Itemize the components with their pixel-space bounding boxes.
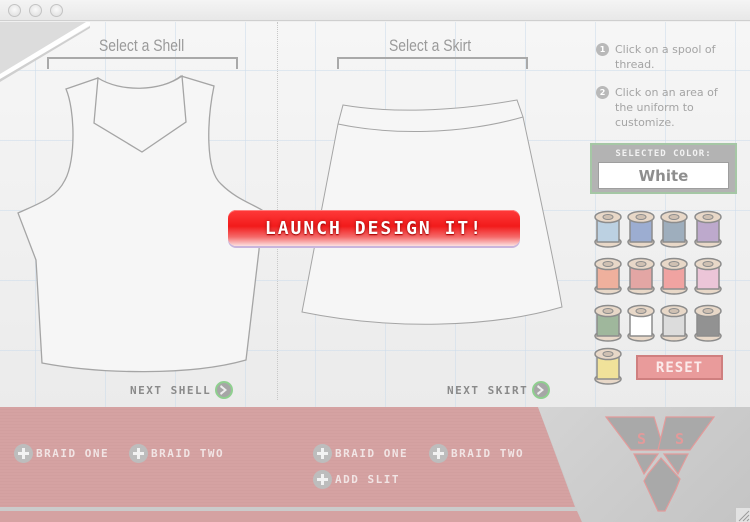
skirt-braid-two-option[interactable]: BRAID TWO — [429, 444, 524, 463]
thread-spool-icon — [594, 304, 622, 342]
spool-salmon[interactable] — [660, 257, 688, 295]
next-shell-button[interactable]: NEXT SHELL — [130, 381, 234, 399]
skirt-add-slit-option[interactable]: ADD SLIT — [313, 470, 400, 489]
thread-spool-icon — [694, 304, 722, 342]
shell-braid-two-option[interactable]: BRAID TWO — [129, 444, 224, 463]
thread-spool-icon — [594, 257, 622, 295]
spool-light-blue[interactable] — [594, 210, 622, 248]
logo-letter-left: S — [637, 430, 646, 448]
app-window: Select a Shell NEXT SHELL Select a Skirt… — [0, 0, 750, 522]
chevron-right-icon — [215, 381, 234, 399]
next-shell-label: NEXT SHELL — [130, 383, 212, 397]
spool-peach[interactable] — [594, 257, 622, 295]
next-skirt-label: NEXT SKIRT — [447, 383, 529, 397]
thread-spool-icon — [627, 210, 655, 248]
spool-periwinkle[interactable] — [627, 210, 655, 248]
title-bar — [0, 0, 750, 21]
close-window-button[interactable] — [8, 4, 21, 17]
instruction-step-2: 2 Click on an area of the uniform to cus… — [596, 85, 746, 133]
spool-pale-yellow[interactable] — [594, 347, 622, 385]
thread-spool-icon — [594, 347, 622, 385]
brand-logo: S S — [604, 416, 716, 512]
shell-section-title: Select a Shell — [99, 36, 185, 55]
selected-color-label: SELECTED COLOR: — [615, 149, 712, 159]
step-number-badge: 2 — [596, 86, 609, 99]
minimize-window-button[interactable] — [29, 4, 42, 17]
thread-spool-icon — [694, 210, 722, 248]
thread-spool-icon — [694, 257, 722, 295]
thread-spool-icon — [660, 210, 688, 248]
thread-spool-icon — [660, 304, 688, 342]
plus-icon — [313, 444, 332, 463]
plus-icon — [14, 444, 33, 463]
plus-icon — [313, 470, 332, 489]
selected-color-display: White — [598, 162, 729, 189]
thread-spool-icon — [660, 257, 688, 295]
instruction-text: Click on an area of the uniform to custo… — [615, 86, 718, 129]
option-label: ADD SLIT — [335, 473, 400, 486]
instruction-text: Click on a spool of thread. — [615, 43, 716, 71]
resize-grip[interactable] — [736, 508, 750, 522]
skirt-section-title: Select a Skirt — [389, 36, 472, 55]
thread-spool-icon — [627, 304, 655, 342]
launch-design-it-button[interactable]: LAUNCH DESIGN IT! — [228, 210, 520, 246]
zoom-window-button[interactable] — [50, 4, 63, 17]
launch-design-it-label: LAUNCH DESIGN IT! — [264, 217, 484, 239]
spool-slate-blue[interactable] — [660, 210, 688, 248]
spool-dark-grey[interactable] — [694, 304, 722, 342]
plus-icon — [129, 444, 148, 463]
option-label: BRAID TWO — [151, 447, 225, 460]
shell-braid-one-option[interactable]: BRAID ONE — [14, 444, 109, 463]
instruction-step-1: 1 Click on a spool of thread. — [596, 42, 746, 74]
spool-light-grey[interactable] — [660, 304, 688, 342]
skirt-bracket — [337, 57, 528, 69]
reset-label: RESET — [655, 359, 704, 376]
spool-dusty-rose[interactable] — [627, 257, 655, 295]
chevron-right-icon — [532, 381, 551, 399]
reset-button[interactable]: RESET — [636, 355, 723, 380]
option-label: BRAID ONE — [36, 447, 110, 460]
plus-icon — [429, 444, 448, 463]
spool-sage-green[interactable] — [594, 304, 622, 342]
skirt-braid-one-option[interactable]: BRAID ONE — [313, 444, 408, 463]
selected-color-panel: SELECTED COLOR: White — [590, 143, 737, 194]
selected-color-value: White — [638, 166, 689, 185]
step-number-badge: 1 — [596, 43, 609, 56]
option-label: BRAID ONE — [335, 447, 409, 460]
spool-white[interactable] — [627, 304, 655, 342]
thread-spool-icon — [594, 210, 622, 248]
next-skirt-button[interactable]: NEXT SKIRT — [447, 381, 551, 399]
logo-letter-right: S — [675, 430, 684, 448]
spool-light-pink[interactable] — [694, 257, 722, 295]
thread-spool-icon — [627, 257, 655, 295]
option-label: BRAID TWO — [451, 447, 525, 460]
spool-lavender[interactable] — [694, 210, 722, 248]
